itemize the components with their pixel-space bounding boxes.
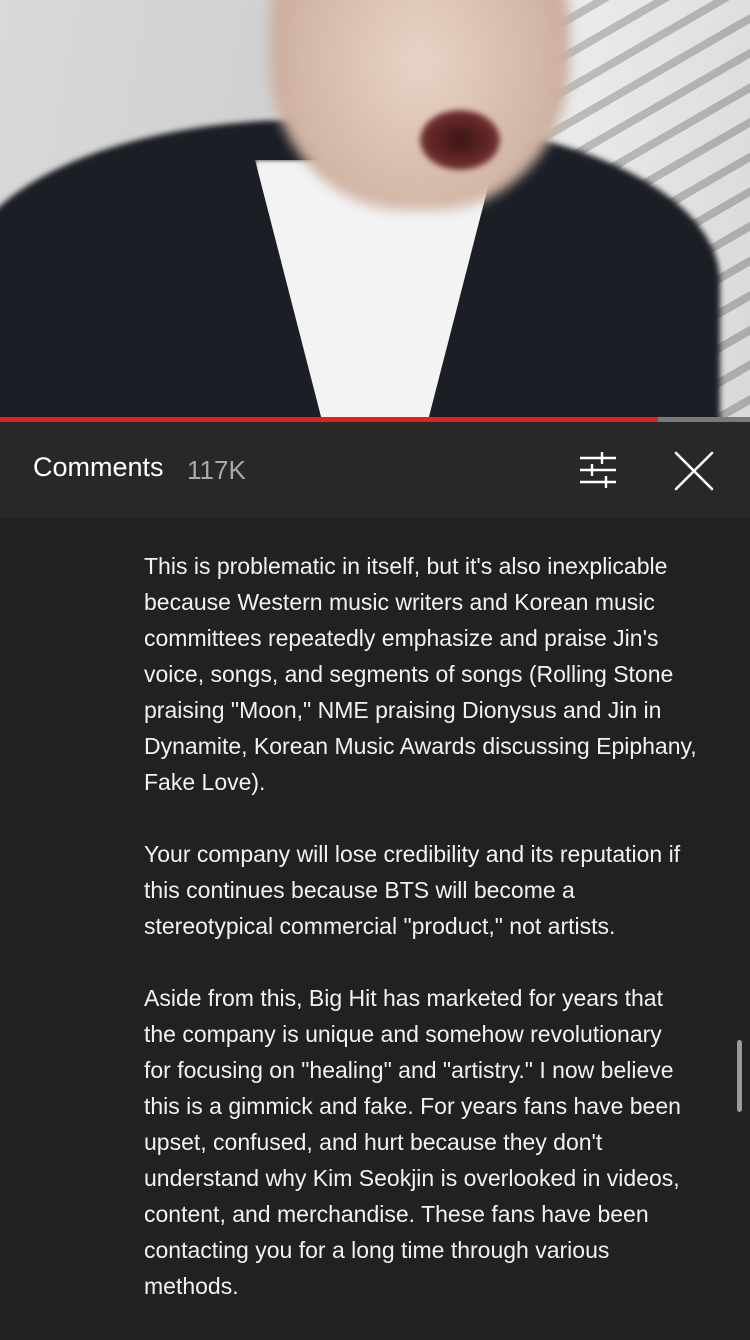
comments-scrollbar[interactable] xyxy=(737,1040,742,1112)
sliders-icon xyxy=(580,452,616,488)
comment-paragraph: Your company will lose credibility and i… xyxy=(144,841,681,939)
comment-text: This is problematic in itself, but it's … xyxy=(144,548,734,1340)
video-player[interactable] xyxy=(0,0,750,420)
sort-filter-button[interactable] xyxy=(576,450,620,490)
comments-count: 117K xyxy=(187,455,246,485)
comment-paragraph: This is problematic in itself, but it's … xyxy=(144,553,697,795)
comments-title: Comments xyxy=(33,452,164,482)
comment-paragraph: Aside from this, Big Hit has marketed fo… xyxy=(144,985,681,1299)
close-icon xyxy=(674,451,714,491)
close-comments-button[interactable] xyxy=(672,450,716,492)
video-subject-mouth xyxy=(420,110,500,170)
comments-header: Comments 117K xyxy=(0,422,750,518)
